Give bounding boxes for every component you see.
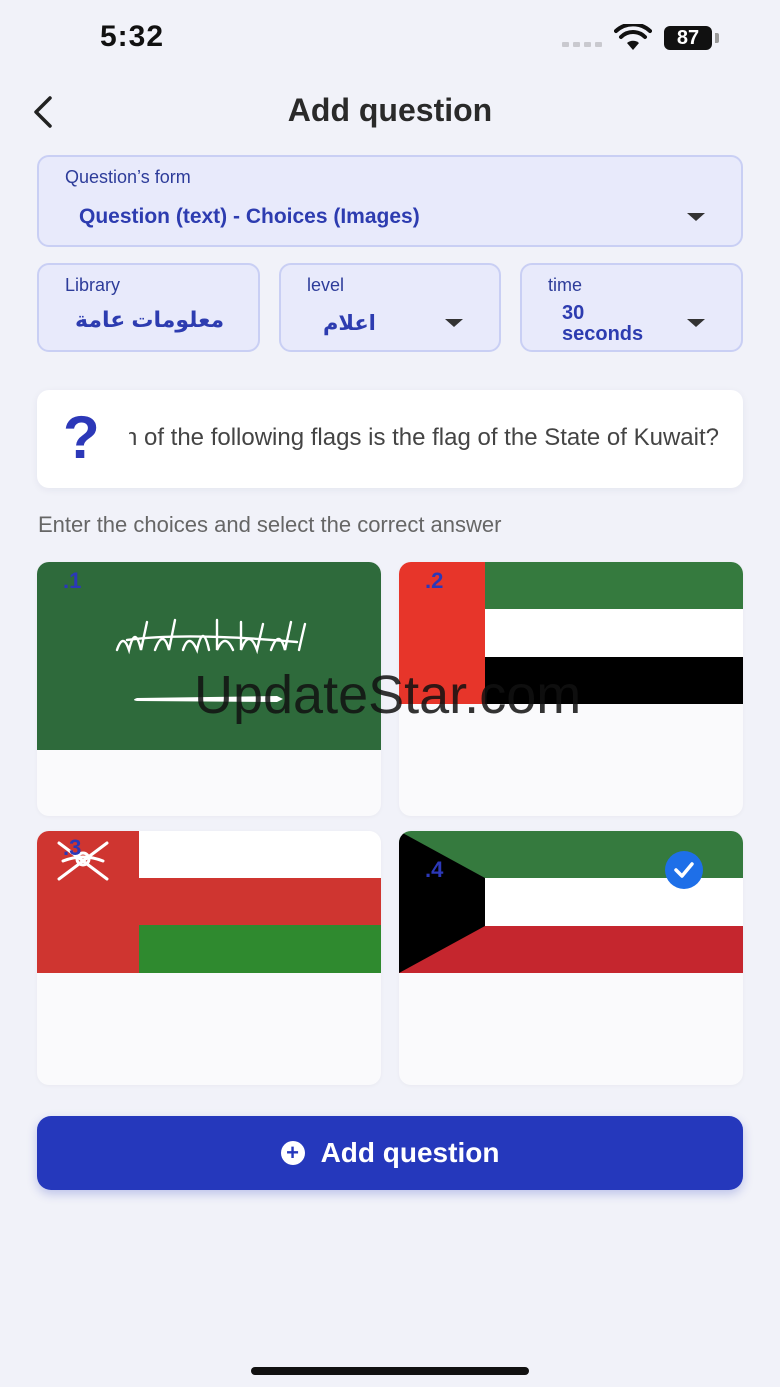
choice-number: .2: [425, 568, 444, 593]
time-label: time: [548, 275, 583, 295]
home-indicator: [251, 1367, 529, 1375]
question-form-label: Question’s form: [65, 167, 191, 187]
signal-icon: [562, 42, 602, 47]
instructions-text: Enter the choices and select the correct…: [38, 512, 502, 537]
question-mark-icon: ?: [63, 404, 100, 471]
oman-flag-image: [37, 831, 381, 973]
question-text: Which of the following flags is the flag…: [129, 424, 719, 451]
choice-card-3[interactable]: .3: [37, 831, 381, 1085]
choice-number: .3: [63, 835, 82, 860]
saudi-arabia-flag-image: [37, 562, 381, 750]
status-bar: 5:32 87: [0, 0, 780, 80]
uae-flag-image: [399, 562, 743, 704]
time-value: 30 seconds: [562, 303, 643, 345]
level-value: اعلام: [323, 312, 376, 335]
choice-card-2[interactable]: .2: [399, 562, 743, 816]
level-label: level: [307, 275, 345, 295]
library-value: معلومات عامة: [75, 307, 225, 332]
chevron-down-icon: [687, 213, 705, 221]
time-value-unit: seconds: [562, 323, 644, 345]
battery-level: 87: [676, 26, 700, 49]
chevron-down-icon: [445, 319, 463, 327]
choice-card-4[interactable]: .4: [399, 831, 743, 1085]
add-question-button[interactable]: + Add question: [37, 1116, 743, 1190]
library-label: Library: [65, 275, 121, 295]
choice-number: .1: [63, 568, 82, 593]
question-form-select[interactable]: Question’s form Question (text) - Choice…: [37, 155, 743, 247]
question-form-value: Question (text) - Choices (Images): [79, 205, 420, 228]
battery-icon: 87: [664, 26, 712, 50]
status-time: 5:32: [100, 20, 165, 53]
time-value-number: 30: [562, 302, 585, 324]
question-input[interactable]: ? Which of the following flags is the fl…: [37, 390, 743, 488]
check-circle-icon: [665, 851, 703, 889]
battery-tip: [715, 33, 719, 43]
wifi-icon: [614, 24, 652, 50]
plus-circle-icon: +: [280, 1141, 305, 1165]
chevron-down-icon: [687, 319, 705, 327]
add-question-label: Add question: [320, 1137, 500, 1168]
level-select[interactable]: level اعلام: [279, 263, 501, 352]
choice-number: .4: [425, 857, 444, 882]
page-title: Add question: [287, 92, 493, 128]
time-select[interactable]: time 30 seconds: [520, 263, 743, 352]
library-field[interactable]: Library معلومات عامة: [37, 263, 260, 352]
question-text-container: Which of the following flags is the flag…: [129, 424, 719, 452]
choice-card-1[interactable]: .1: [37, 562, 381, 816]
